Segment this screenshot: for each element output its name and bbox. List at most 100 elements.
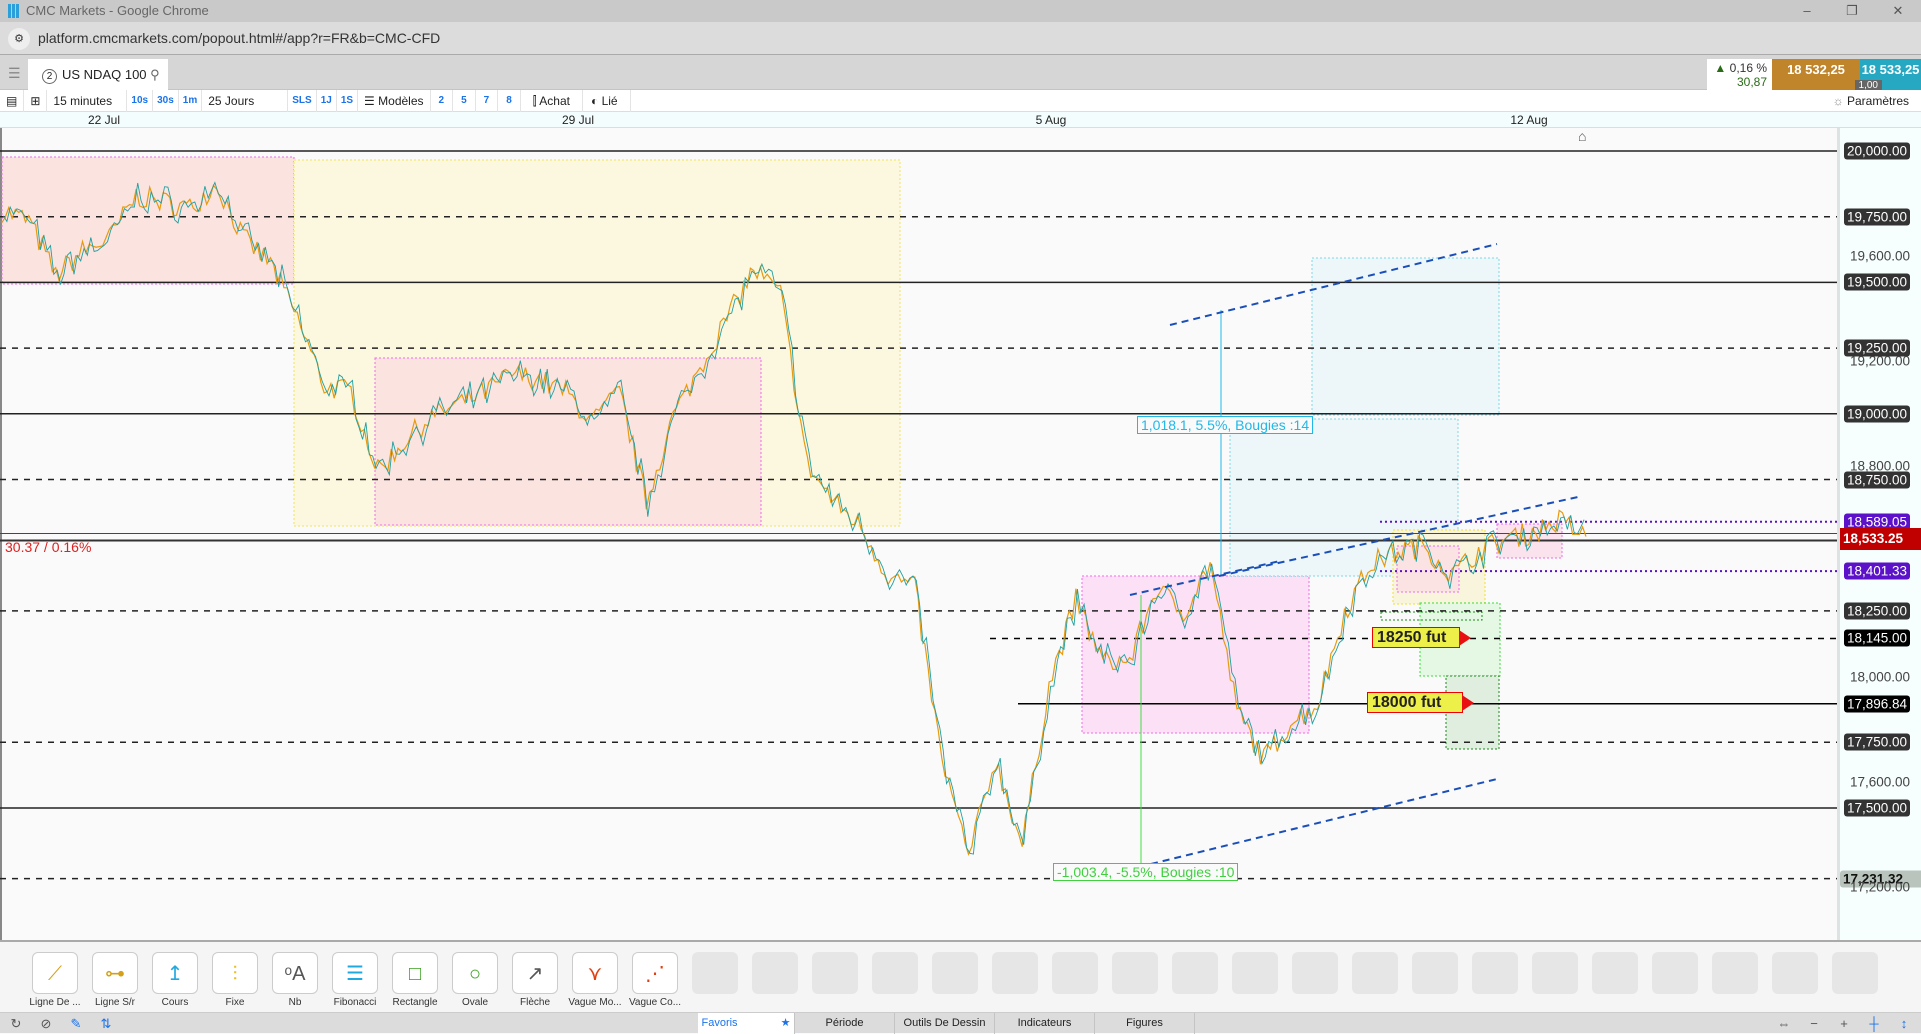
tool-label: Cours bbox=[161, 997, 189, 1008]
date-axis: 22 Jul 29 Jul 5 Aug 12 Aug bbox=[0, 112, 1921, 128]
price-chart[interactable]: 1,018.1, 5.5%, Bougies :14 -1,003.4, -5.… bbox=[0, 128, 1837, 940]
interval-10s[interactable]: 10s bbox=[127, 89, 154, 112]
tool-fixe[interactable]: ⫶ bbox=[212, 952, 258, 994]
change-label: 30.37 / 0.16% bbox=[5, 539, 92, 555]
fit-icon[interactable]: ⇔ bbox=[1772, 1013, 1796, 1034]
drawing-toolbar: Ligne De ... ⟋ Ligne S/r ⊶ Cours ↥ Fixe ⫶ Nb ᵒA Fi… bbox=[0, 940, 1921, 1012]
chart-type-button[interactable]: ⫿ Achat bbox=[521, 89, 583, 112]
tool-slot-empty[interactable] bbox=[1532, 952, 1578, 994]
tool-icon: ↥ bbox=[166, 963, 184, 985]
tool-nb[interactable]: ᵒA bbox=[272, 952, 318, 994]
tool-ligne-s-r[interactable]: ⊶ bbox=[92, 952, 138, 994]
tool-slot-empty[interactable] bbox=[1172, 952, 1218, 994]
tab-instrument[interactable]: 2 US NDAQ 100 ⚲ bbox=[28, 59, 168, 90]
tool-slot-empty[interactable] bbox=[1832, 952, 1878, 994]
bottom-bar: ↻ ⊘ ✎ ⇅ Favoris ★ Période Outils De Dess… bbox=[0, 1012, 1921, 1034]
count-8[interactable]: 8 bbox=[498, 89, 521, 112]
vertical-scale-icon[interactable]: ↕ bbox=[1892, 1013, 1916, 1034]
tool-slot-empty[interactable] bbox=[1052, 952, 1098, 994]
list-icon[interactable]: ▤ bbox=[0, 89, 25, 112]
period-1j[interactable]: 1J bbox=[317, 89, 337, 112]
sell-button[interactable]: 18 532,25 1,00 bbox=[1772, 59, 1882, 91]
refresh-icon[interactable]: ↻ bbox=[4, 1013, 28, 1034]
interval-30s[interactable]: 30s bbox=[153, 89, 179, 112]
tool-fl-che[interactable]: ↗ bbox=[512, 952, 558, 994]
minimize-button[interactable]: – bbox=[1787, 0, 1827, 22]
site-settings-icon[interactable]: ⚙ bbox=[8, 28, 30, 50]
settings-label: Paramètres bbox=[1846, 94, 1909, 108]
tool-slot-empty[interactable] bbox=[872, 952, 918, 994]
range-select[interactable]: 25 Jours bbox=[202, 89, 289, 112]
zoom-out-icon[interactable]: − bbox=[1802, 1013, 1826, 1034]
tool-rectangle[interactable]: □ bbox=[392, 952, 438, 994]
alert-label-18250[interactable]: 18250 fut bbox=[1372, 627, 1471, 648]
level-label: 19,500.00 bbox=[1844, 273, 1911, 291]
tab-periode[interactable]: Période bbox=[795, 1013, 895, 1034]
gear-icon: ☼ bbox=[1832, 94, 1844, 108]
zoom-in-icon[interactable]: + bbox=[1832, 1013, 1856, 1034]
tool-fibonacci[interactable]: ☰ bbox=[332, 952, 378, 994]
measure-label-down[interactable]: -1,003.4, -5.5%, Bougies :10 bbox=[1053, 863, 1239, 881]
tab-figures[interactable]: Figures bbox=[1095, 1013, 1195, 1034]
tab-indicateurs[interactable]: Indicateurs bbox=[995, 1013, 1095, 1034]
tab-outils-de-dessin[interactable]: Outils De Dessin bbox=[895, 1013, 995, 1034]
tool-ligne-de-[interactable]: ⟋ bbox=[32, 952, 78, 994]
tool-slot-empty[interactable] bbox=[992, 952, 1038, 994]
count-2[interactable]: 2 bbox=[431, 89, 454, 112]
y-tick: 18,000.00 bbox=[1850, 669, 1911, 685]
pencil-icon[interactable]: ✎ bbox=[64, 1013, 88, 1034]
x-tick: 22 Jul bbox=[87, 113, 121, 127]
buy-price: 18 533,25 bbox=[1861, 62, 1920, 77]
tool-icon: ⋎ bbox=[587, 963, 603, 985]
tool-slot-empty[interactable] bbox=[1592, 952, 1638, 994]
tool-slot-empty[interactable] bbox=[1472, 952, 1518, 994]
restore-button[interactable]: ❐ bbox=[1832, 0, 1872, 22]
tool-slot-empty[interactable] bbox=[1232, 952, 1278, 994]
tool-slot-empty[interactable] bbox=[1292, 952, 1338, 994]
count-5[interactable]: 5 bbox=[453, 89, 476, 112]
tool-label: Flèche bbox=[519, 997, 550, 1008]
tool-cours[interactable]: ↥ bbox=[152, 952, 198, 994]
linked-button[interactable]: ◐ Lié bbox=[583, 89, 631, 112]
models-button[interactable]: ☰ Modèles bbox=[358, 89, 431, 112]
tool-icon: ⊶ bbox=[105, 963, 125, 985]
close-button[interactable]: ✕ bbox=[1878, 0, 1918, 22]
interval-1m[interactable]: 1m bbox=[179, 89, 203, 112]
tool-slot-empty[interactable] bbox=[1772, 952, 1818, 994]
interval-select[interactable]: 15 minutes bbox=[47, 89, 128, 112]
tool-vague-mo-[interactable]: ⋎ bbox=[572, 952, 618, 994]
up-arrow-icon: ▲ bbox=[1714, 61, 1727, 75]
x-tick: 5 Aug bbox=[1035, 113, 1067, 127]
settings-button[interactable]: ☼ Paramètres bbox=[1833, 90, 1909, 112]
tool-slot-empty[interactable] bbox=[752, 952, 798, 994]
crosshair-icon[interactable]: ┼ bbox=[1862, 1013, 1886, 1034]
tool-slot-empty[interactable] bbox=[932, 952, 978, 994]
tool-ovale[interactable]: ○ bbox=[452, 952, 498, 994]
star-icon: ★ bbox=[780, 1017, 791, 1029]
menu-icon[interactable]: ☰ bbox=[8, 65, 21, 82]
home-icon[interactable]: ⌂ bbox=[1578, 128, 1586, 144]
period-1s[interactable]: 1S bbox=[337, 89, 359, 112]
price-axis[interactable]: 20,000.00 19,750.00 19,500.00 19,250.00 19,0… bbox=[1837, 128, 1921, 940]
sort-icon[interactable]: ⇅ bbox=[94, 1013, 118, 1034]
url-text: platform.cmcmarkets.com/popout.html#/app… bbox=[38, 30, 441, 46]
tab-favoris[interactable]: Favoris ★ bbox=[698, 1013, 795, 1034]
tool-slot-empty[interactable] bbox=[1712, 952, 1758, 994]
tool-slot-empty[interactable] bbox=[692, 952, 738, 994]
search-icon[interactable]: ⚲ bbox=[150, 67, 160, 82]
tool-slot-empty[interactable] bbox=[1112, 952, 1158, 994]
alert-label-18000[interactable]: 18000 fut bbox=[1367, 692, 1474, 713]
measure-label-up[interactable]: 1,018.1, 5.5%, Bougies :14 bbox=[1137, 416, 1314, 434]
tool-vague-co-[interactable]: ⋰ bbox=[632, 952, 678, 994]
address-bar[interactable]: ⚙ platform.cmcmarkets.com/popout.html#/ap… bbox=[0, 22, 1921, 55]
tool-slot-empty[interactable] bbox=[1352, 952, 1398, 994]
tool-slot-empty[interactable] bbox=[1412, 952, 1458, 994]
link-icon: ◐ bbox=[590, 93, 599, 108]
count-7[interactable]: 7 bbox=[476, 89, 499, 112]
level-label: 19,750.00 bbox=[1844, 208, 1911, 226]
clear-icon[interactable]: ⊘ bbox=[34, 1013, 58, 1034]
layout-icon[interactable]: ⊞ bbox=[24, 89, 48, 112]
tool-slot-empty[interactable] bbox=[1652, 952, 1698, 994]
tool-slot-empty[interactable] bbox=[812, 952, 858, 994]
period-sls[interactable]: SLS bbox=[288, 89, 317, 112]
